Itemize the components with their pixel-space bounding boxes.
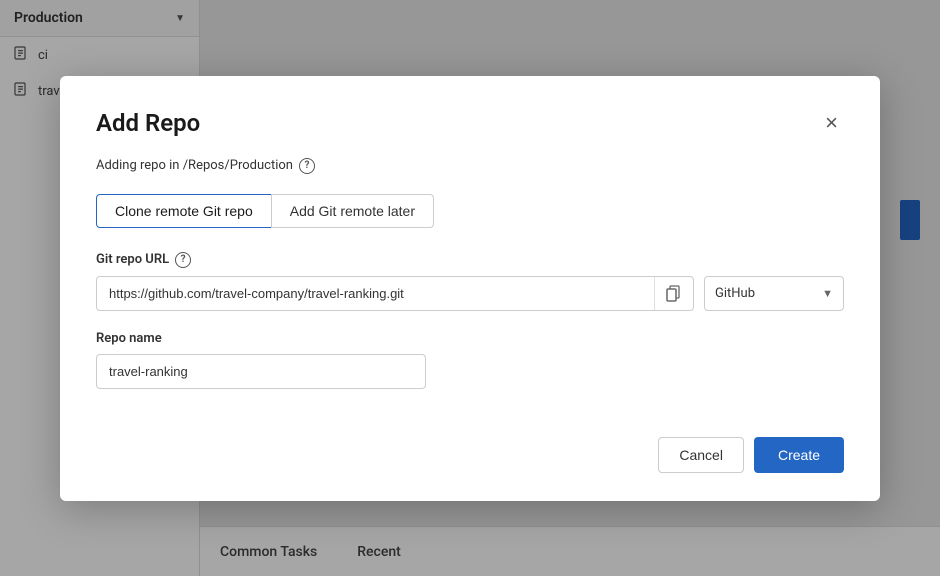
url-copy-icon-button[interactable] bbox=[654, 277, 693, 310]
modal-close-button[interactable]: × bbox=[819, 108, 844, 138]
subtitle-help-icon[interactable]: ? bbox=[299, 158, 315, 174]
add-repo-modal: Add Repo × Adding repo in /Repos/Product… bbox=[60, 76, 880, 501]
git-url-field-group: Git repo URL ? GitHub ▼ bbox=[96, 252, 844, 311]
repo-name-field-group: Repo name bbox=[96, 331, 844, 389]
modal-header: Add Repo × bbox=[96, 108, 844, 138]
modal-footer: Cancel Create bbox=[96, 421, 844, 473]
modal-backdrop: Add Repo × Adding repo in /Repos/Product… bbox=[0, 0, 940, 576]
tab-group: Clone remote Git repo Add Git remote lat… bbox=[96, 194, 844, 228]
modal-title: Add Repo bbox=[96, 109, 200, 137]
repo-name-input[interactable] bbox=[96, 354, 426, 389]
cancel-button[interactable]: Cancel bbox=[658, 437, 744, 473]
git-url-help-icon[interactable]: ? bbox=[175, 252, 191, 268]
git-url-label: Git repo URL ? bbox=[96, 252, 844, 268]
url-input-wrapper bbox=[96, 276, 694, 311]
tab-add-later[interactable]: Add Git remote later bbox=[271, 194, 434, 228]
provider-label: GitHub bbox=[715, 286, 814, 301]
git-url-row: GitHub ▼ bbox=[96, 276, 844, 311]
copy-icon bbox=[665, 284, 683, 302]
repo-name-label: Repo name bbox=[96, 331, 844, 346]
modal-subtitle: Adding repo in /Repos/Production ? bbox=[96, 158, 844, 174]
provider-select[interactable]: GitHub ▼ bbox=[704, 276, 844, 311]
provider-chevron-icon: ▼ bbox=[822, 287, 833, 300]
create-button[interactable]: Create bbox=[754, 437, 844, 473]
git-url-input[interactable] bbox=[97, 277, 654, 310]
subtitle-text: Adding repo in /Repos/Production bbox=[96, 158, 293, 173]
tab-clone-remote[interactable]: Clone remote Git repo bbox=[96, 194, 271, 228]
